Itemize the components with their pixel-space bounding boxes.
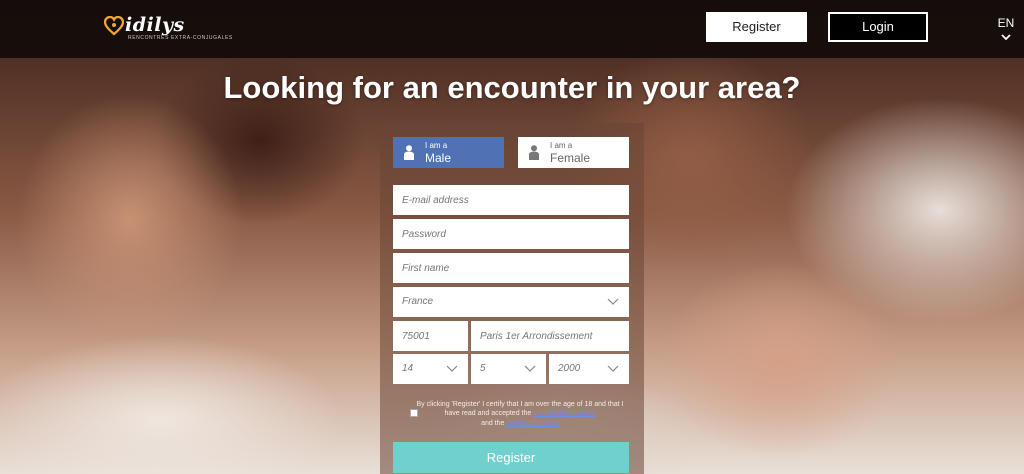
chevron-down-icon [446,365,458,372]
terms-of-use-link[interactable]: conditions of use [506,420,559,427]
language-label: EN [997,16,1015,30]
country-value: France [402,296,434,307]
gender-female-option[interactable]: I am a Female [518,137,629,168]
gender-female-prefix: I am a [550,140,573,150]
birth-month-value: 5 [480,363,486,374]
gender-female-label: Female [550,150,591,165]
chevron-down-icon [524,365,536,372]
password-field[interactable] [393,219,629,249]
gender-male-label: Male [425,150,452,165]
country-select[interactable]: France [393,287,629,317]
gender-male-prefix: I am a [425,140,448,150]
heart-logo-icon [104,16,124,36]
birth-month-select[interactable]: 5 [471,354,546,384]
hero-headline: Looking for an encounter in your area? [223,70,801,105]
chevron-down-icon [607,365,619,372]
birth-day-value: 14 [402,363,414,374]
registration-form-panel: I am a Male I am a Female France 14 5 [380,123,644,474]
site-logo[interactable]: idilys RENCONTRES EXTRA-CONJUGALES [104,14,232,44]
consent-text: By clicking 'Register' I certify that I … [410,400,630,428]
language-selector[interactable]: EN [996,16,1016,41]
register-submit-button[interactable]: Register [393,442,629,473]
logo-tagline: RENCONTRES EXTRA-CONJUGALES [128,35,233,41]
gender-male-option[interactable]: I am a Male [393,137,504,168]
city-field[interactable] [471,321,629,351]
person-male-icon [404,145,414,160]
birth-year-value: 2000 [558,363,581,374]
header-register-button[interactable]: Register [706,12,807,42]
chevron-down-icon [607,298,619,305]
person-female-icon [529,145,539,160]
postcode-field[interactable] [393,321,468,351]
email-field[interactable] [393,185,629,215]
chevron-down-icon [1001,34,1011,41]
first-name-field[interactable] [393,253,629,283]
consent-mid: and the [481,419,505,427]
header-login-button[interactable]: Login [828,12,928,42]
birth-year-select[interactable]: 2000 [549,354,629,384]
privacy-policy-link[interactable]: confidentiality policy [533,410,595,417]
birth-day-select[interactable]: 14 [393,354,468,384]
top-navigation-bar: idilys RENCONTRES EXTRA-CONJUGALES Regis… [0,0,1024,58]
logo-wordmark: idilys [125,14,185,36]
